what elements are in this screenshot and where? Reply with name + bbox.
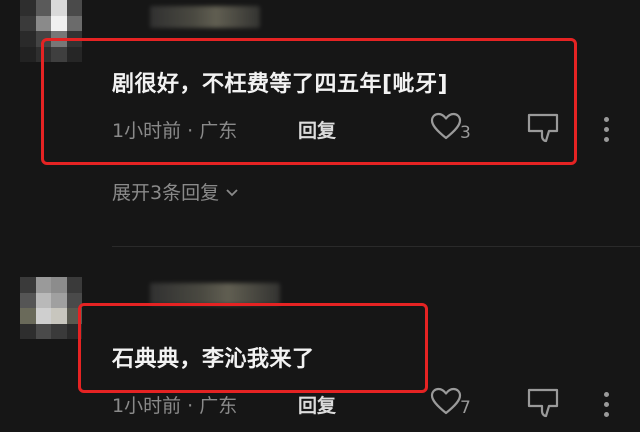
dislike-icon bbox=[525, 113, 561, 148]
expand-replies-button[interactable]: 展开3条回复 bbox=[112, 178, 239, 205]
expand-replies-label: 展开3条回复 bbox=[112, 182, 220, 204]
chevron-down-icon bbox=[225, 181, 239, 203]
heart-outline-icon bbox=[430, 387, 462, 415]
username[interactable] bbox=[150, 6, 260, 28]
more-options-button[interactable] bbox=[604, 392, 610, 417]
divider bbox=[112, 246, 640, 247]
dislike-button[interactable] bbox=[525, 112, 561, 148]
comment-text: 石典典，李沁我来了 bbox=[112, 347, 315, 372]
heart-outline-icon bbox=[430, 112, 462, 140]
reply-button[interactable]: 回复 bbox=[298, 391, 336, 418]
avatar[interactable] bbox=[20, 277, 82, 339]
comment-text: 剧很好，不枉费等了四五年[呲牙] bbox=[112, 72, 449, 97]
like-button[interactable]: 3 bbox=[430, 112, 471, 143]
reply-button[interactable]: 回复 bbox=[298, 116, 336, 143]
comment-time-location: 1小时前 · 广东 bbox=[112, 395, 238, 417]
more-vertical-icon bbox=[604, 117, 609, 122]
like-count: 7 bbox=[460, 398, 471, 418]
more-vertical-icon bbox=[604, 392, 609, 397]
username[interactable] bbox=[150, 283, 280, 305]
dislike-button[interactable] bbox=[525, 387, 561, 423]
like-count: 3 bbox=[460, 123, 471, 143]
more-options-button[interactable] bbox=[604, 117, 610, 142]
highlight-box bbox=[41, 38, 577, 165]
comment-time-location: 1小时前 · 广东 bbox=[112, 120, 238, 142]
dislike-icon bbox=[525, 388, 561, 423]
like-button[interactable]: 7 bbox=[430, 387, 471, 418]
